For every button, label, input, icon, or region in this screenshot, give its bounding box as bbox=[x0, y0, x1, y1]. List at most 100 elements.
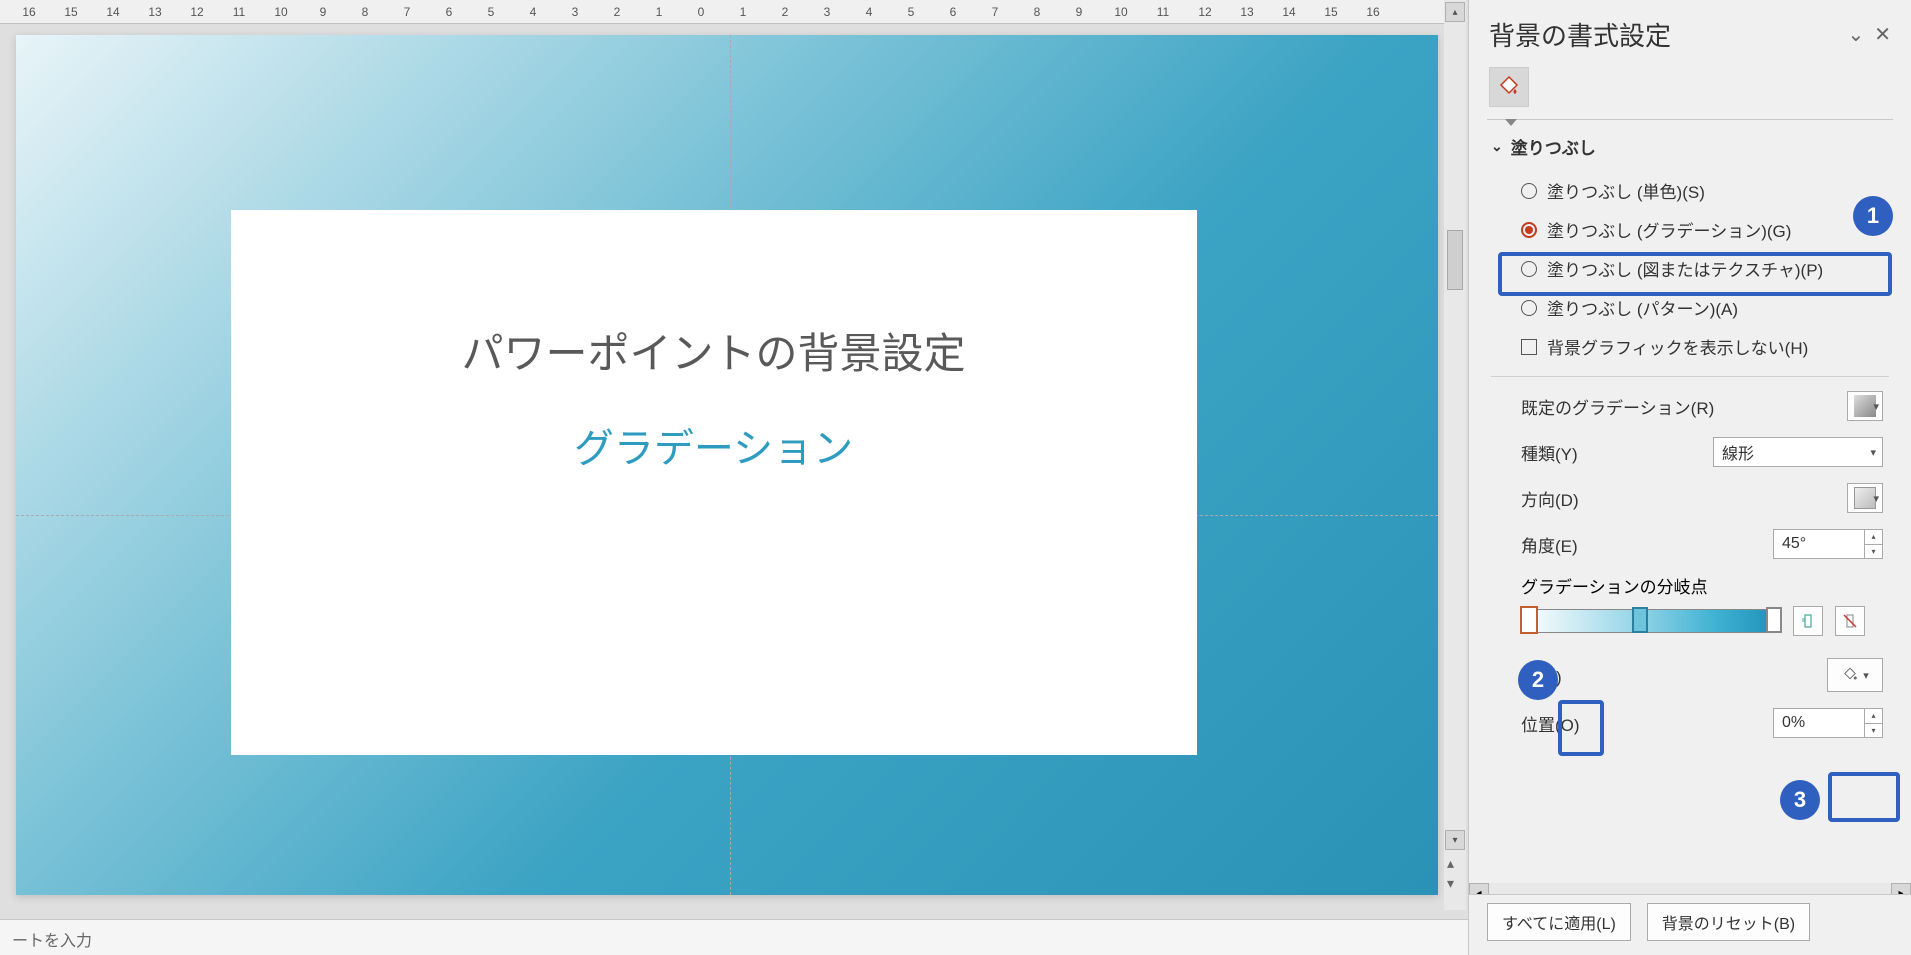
ruler-tick: 16 bbox=[8, 5, 50, 19]
ruler-tick: 15 bbox=[1310, 5, 1352, 19]
gradient-type-select[interactable]: 線形 bbox=[1713, 437, 1883, 467]
gradient-angle-spinner[interactable]: 45° ▴▾ bbox=[1773, 529, 1883, 559]
notes-placeholder: ートを入力 bbox=[12, 933, 92, 950]
ruler-tick: 6 bbox=[932, 5, 974, 19]
add-stop-icon bbox=[1800, 613, 1816, 629]
slide-content-box[interactable]: パワーポイントの背景設定 グラデーション bbox=[231, 210, 1197, 755]
preset-gradient-dropdown[interactable] bbox=[1847, 391, 1883, 421]
callout-badge-1: 1 bbox=[1853, 196, 1893, 236]
radio-label: 塗りつぶし (図またはテクスチャ)(P) bbox=[1547, 256, 1823, 281]
preset-gradient-label: 既定のグラデーション(R) bbox=[1521, 394, 1714, 419]
gradient-direction-dropdown[interactable] bbox=[1847, 483, 1883, 513]
ruler-tick: 13 bbox=[1226, 5, 1268, 19]
gradient-stop-1[interactable] bbox=[1520, 606, 1538, 634]
ruler-tick: 15 bbox=[50, 5, 92, 19]
radio-fill-solid[interactable]: 塗りつぶし (単色)(S) bbox=[1521, 171, 1889, 210]
gradient-color-dropdown[interactable]: ▾ bbox=[1827, 658, 1883, 692]
callout-badge-2: 2 bbox=[1518, 660, 1558, 700]
gradient-position-spinner[interactable]: 0% ▴▾ bbox=[1773, 708, 1883, 738]
direction-swatch-icon bbox=[1854, 487, 1876, 509]
radio-fill-gradient[interactable]: 塗りつぶし (グラデーション)(G) bbox=[1521, 210, 1889, 249]
checkbox-hide-bg-graphics[interactable]: 背景グラフィックを表示しない(H) bbox=[1521, 327, 1889, 366]
ruler-tick: 3 bbox=[554, 5, 596, 19]
next-slide-button[interactable]: ▾ bbox=[1447, 875, 1454, 892]
gradient-type-value: 線形 bbox=[1722, 440, 1754, 464]
ruler-tick: 11 bbox=[218, 5, 260, 19]
slide-subtitle-text: グラデーション bbox=[326, 416, 1101, 474]
ruler-tick: 8 bbox=[1016, 5, 1058, 19]
fill-section-header[interactable]: ⌄ 塗りつぶし bbox=[1491, 134, 1889, 165]
ruler-tick: 10 bbox=[1100, 5, 1142, 19]
ruler-tick: 7 bbox=[386, 5, 428, 19]
radio-selected-icon bbox=[1521, 222, 1537, 238]
gradient-stops-bar[interactable] bbox=[1521, 609, 1781, 633]
scroll-thumb[interactable] bbox=[1447, 230, 1463, 290]
ruler-tick: 4 bbox=[512, 5, 554, 19]
gradient-stop-3[interactable] bbox=[1766, 607, 1782, 633]
radio-fill-pattern[interactable]: 塗りつぶし (パターン)(A) bbox=[1521, 288, 1889, 327]
callout-badge-3: 3 bbox=[1780, 780, 1820, 820]
caret-down-icon bbox=[1505, 119, 1517, 126]
ruler-tick: 3 bbox=[806, 5, 848, 19]
ruler-tick: 7 bbox=[974, 5, 1016, 19]
panel-options-icon[interactable]: ⌄ bbox=[1847, 22, 1864, 47]
paint-bucket-icon bbox=[1841, 666, 1859, 684]
radio-icon bbox=[1521, 183, 1537, 199]
radio-label: 塗りつぶし (パターン)(A) bbox=[1547, 295, 1738, 320]
ruler-tick: 8 bbox=[344, 5, 386, 19]
ruler-tick: 13 bbox=[134, 5, 176, 19]
paint-bucket-icon bbox=[1497, 75, 1521, 99]
remove-stop-icon bbox=[1842, 613, 1858, 629]
chevron-down-icon: ⌄ bbox=[1491, 138, 1503, 155]
ruler-tick: 12 bbox=[176, 5, 218, 19]
fill-category-icon[interactable] bbox=[1489, 67, 1529, 107]
radio-label: 塗りつぶし (単色)(S) bbox=[1547, 178, 1705, 203]
format-background-panel: 背景の書式設定 ⌄ ✕ ⌄ 塗りつぶし 塗りつぶし (単色)(S) 塗りつぶし … bbox=[1468, 0, 1911, 955]
add-gradient-stop-button[interactable] bbox=[1793, 606, 1823, 636]
horizontal-ruler: 1615141312111098765432101234567891011121… bbox=[0, 0, 1444, 24]
gradient-angle-label: 角度(E) bbox=[1521, 532, 1578, 557]
spin-up-icon[interactable]: ▴ bbox=[1864, 709, 1882, 724]
panel-header: 背景の書式設定 ⌄ ✕ bbox=[1469, 0, 1911, 63]
fill-section-label: 塗りつぶし bbox=[1511, 134, 1596, 159]
ruler-tick: 5 bbox=[470, 5, 512, 19]
apply-to-all-button[interactable]: すべてに適用(L) bbox=[1487, 903, 1631, 941]
spin-down-icon[interactable]: ▾ bbox=[1864, 724, 1882, 738]
title-placeholder[interactable]: パワーポイントの背景設定 グラデーション bbox=[326, 290, 1101, 600]
radio-icon bbox=[1521, 300, 1537, 316]
radio-label: 塗りつぶし (グラデーション)(G) bbox=[1547, 217, 1791, 242]
vertical-scrollbar[interactable]: ▴ ▾ ▴ ▾ bbox=[1444, 0, 1466, 910]
radio-fill-picture[interactable]: 塗りつぶし (図またはテクスチャ)(P) bbox=[1521, 249, 1889, 288]
spin-down-icon[interactable]: ▾ bbox=[1864, 545, 1882, 559]
panel-title: 背景の書式設定 bbox=[1489, 16, 1671, 53]
gradient-swatch-icon bbox=[1854, 395, 1876, 417]
ruler-tick: 12 bbox=[1184, 5, 1226, 19]
gradient-stop-2[interactable] bbox=[1632, 607, 1648, 633]
ruler-tick: 16 bbox=[1352, 5, 1394, 19]
ruler-tick: 14 bbox=[92, 5, 134, 19]
prev-slide-button[interactable]: ▴ bbox=[1447, 855, 1454, 872]
ruler-tick: 1 bbox=[722, 5, 764, 19]
panel-close-icon[interactable]: ✕ bbox=[1874, 22, 1891, 47]
remove-gradient-stop-button[interactable] bbox=[1835, 606, 1865, 636]
ruler-tick: 2 bbox=[764, 5, 806, 19]
checkbox-icon bbox=[1521, 339, 1537, 355]
scroll-up-button[interactable]: ▴ bbox=[1445, 2, 1465, 22]
ruler-tick: 6 bbox=[428, 5, 470, 19]
slide-title-text: パワーポイントの背景設定 bbox=[326, 320, 1101, 381]
gradient-position-label: 位置(O) bbox=[1521, 711, 1580, 736]
radio-icon bbox=[1521, 261, 1537, 277]
ruler-tick: 10 bbox=[260, 5, 302, 19]
ruler-tick: 0 bbox=[680, 5, 722, 19]
slide-canvas[interactable]: パワーポイントの背景設定 グラデーション bbox=[16, 35, 1438, 895]
gradient-position-value: 0% bbox=[1782, 714, 1805, 732]
scroll-down-button[interactable]: ▾ bbox=[1445, 830, 1465, 850]
gradient-stops-label: グラデーションの分岐点 bbox=[1521, 567, 1883, 606]
notes-input-bar[interactable]: ートを入力 bbox=[0, 919, 1468, 955]
reset-background-button[interactable]: 背景のリセット(B) bbox=[1647, 903, 1810, 941]
ruler-tick: 5 bbox=[890, 5, 932, 19]
ruler-tick: 2 bbox=[596, 5, 638, 19]
ruler-tick: 14 bbox=[1268, 5, 1310, 19]
spin-up-icon[interactable]: ▴ bbox=[1864, 530, 1882, 545]
checkbox-label: 背景グラフィックを表示しない(H) bbox=[1547, 334, 1808, 359]
